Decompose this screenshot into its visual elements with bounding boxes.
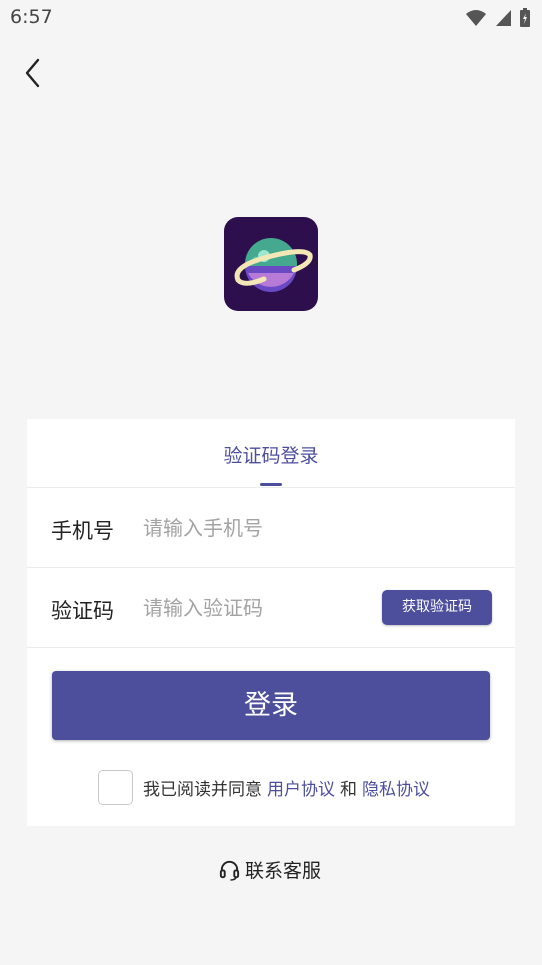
tab-active-indicator [260, 483, 282, 486]
tab-sms-login[interactable]: 验证码登录 [27, 419, 515, 488]
wifi-icon [466, 9, 486, 26]
status-bar: 6:57 [0, 0, 542, 36]
user-agreement-link[interactable]: 用户协议 [267, 775, 335, 800]
login-button[interactable]: 登录 [52, 671, 490, 740]
login-card: 验证码登录 手机号 验证码 获取验证码 登录 我已阅读并同意 用户协议 和 隐私… [27, 419, 515, 826]
agreement-row: 我已阅读并同意 用户协议 和 隐私协议 [98, 769, 430, 805]
signal-icon [496, 9, 511, 26]
tab-label: 验证码登录 [223, 445, 319, 467]
contact-support-label: 联系客服 [245, 860, 322, 882]
phone-input[interactable] [141, 509, 375, 547]
code-input[interactable] [141, 589, 375, 627]
privacy-link[interactable]: 隐私协议 [362, 775, 430, 800]
back-button[interactable] [18, 55, 50, 91]
agreement-prefix: 我已阅读并同意 [143, 779, 262, 800]
battery-charging-icon [520, 8, 530, 27]
agreement-checkbox[interactable] [98, 769, 133, 805]
agreement-and: 和 [340, 779, 357, 800]
chevron-left-icon [25, 58, 40, 88]
code-label: 验证码 [51, 599, 114, 623]
get-code-button[interactable]: 获取验证码 [382, 590, 492, 625]
code-row: 验证码 获取验证码 [27, 567, 515, 648]
app-logo [224, 217, 318, 311]
contact-support[interactable]: 联系客服 [218, 856, 321, 883]
status-icons [465, 8, 530, 27]
status-time: 6:57 [10, 6, 53, 28]
phone-row: 手机号 [27, 487, 515, 568]
phone-label: 手机号 [51, 519, 114, 543]
headset-icon [219, 860, 240, 881]
planet-app-icon [224, 217, 318, 311]
